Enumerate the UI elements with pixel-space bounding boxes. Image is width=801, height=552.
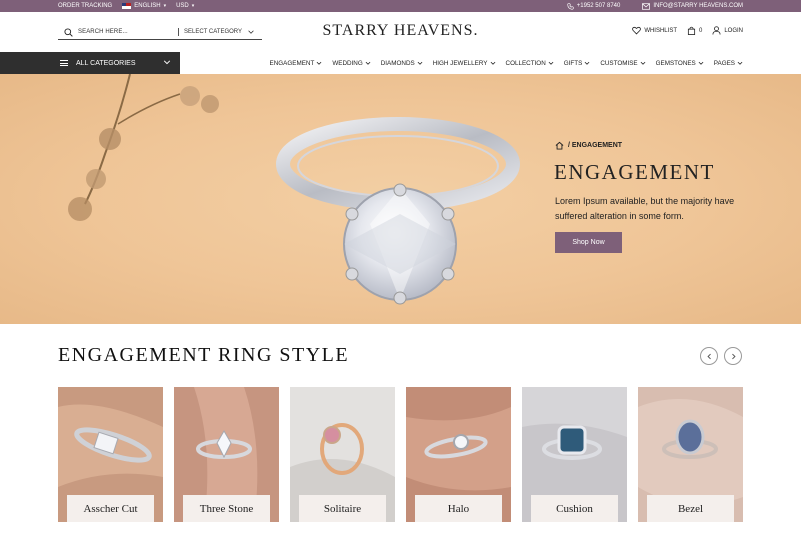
ring-style-card-solitaire[interactable]: Solitaire [290,387,395,522]
carousel-next-button[interactable] [724,347,742,365]
nav-item-label: WEDDING [332,59,363,67]
shop-now-button[interactable]: Shop Now [555,232,622,253]
cart-link[interactable]: 0 [687,26,702,35]
nav-item-gemstones[interactable]: GEMSTONES [656,60,704,67]
cart-count: 0 [698,27,703,34]
hero-banner: / ENGAGEMENT ENGAGEMENT Lorem Ipsum avai… [0,74,801,324]
heart-icon [632,26,642,35]
breadcrumb-current: / ENGAGEMENT [568,142,623,149]
chevron-down-icon: ▾ [163,3,167,9]
ring-style-card-three-stone[interactable]: Three Stone [174,387,279,522]
menu-icon [60,60,68,66]
wishlist-label: WHISHLIST [644,27,677,34]
chevron-down-icon [698,61,704,65]
ring-style-card-asscher-cut[interactable]: Asscher Cut [58,387,163,522]
wishlist-link[interactable]: WHISHLIST [632,26,677,35]
mail-icon [642,2,651,10]
language-selector[interactable]: ENGLISH ▾ [122,3,166,9]
nav-item-collection[interactable]: COLLECTION [506,60,554,67]
carousel-prev-button[interactable] [700,347,718,365]
nav-item-label: GEMSTONES [655,59,696,67]
ring-style-label: Three Stone [183,495,270,522]
ring-style-label: Solitaire [299,495,386,522]
nav-item-label: CUSTOMISE [600,59,638,67]
all-categories-label: ALL CATEGORIES [76,59,136,67]
ring-style-card-cushion[interactable]: Cushion [522,387,627,522]
nav-item-label: GIFTS [563,59,583,67]
nav-item-label: ENGAGEMENT [269,59,315,67]
hero-description: Lorem Ipsum available, but the majority … [555,196,735,221]
ring-style-label: Cushion [531,495,618,522]
chevron-down-icon [163,60,171,65]
email-link[interactable]: INFO@STARRY HEAVENS.COM [642,2,743,10]
login-link[interactable]: LOGIN [712,26,743,35]
breadcrumb: / ENGAGEMENT [555,141,622,150]
nav-item-label: COLLECTION [505,59,546,67]
currency-label: USD [176,3,189,9]
top-bar: ORDER TRACKING ENGLISH ▾ USD ▾ +1952 507… [0,0,801,12]
language-label: ENGLISH [134,3,161,9]
header: SEARCH HERE... SELECT CATEGORY STARRY HE… [0,12,801,52]
top-bar-right: +1952 507 8740 INFO@STARRY HEAVENS.COM [567,0,743,12]
chevron-down-icon [737,61,743,65]
nav-item-high-jewellery[interactable]: HIGH JEWELLERY [433,60,496,67]
ring-style-label: Bezel [647,495,734,522]
nav-item-label: PAGES [713,59,735,67]
chevron-left-icon [706,353,711,359]
home-icon[interactable] [555,141,564,150]
order-tracking-link[interactable]: ORDER TRACKING [58,3,112,9]
ring-style-carousel: Asscher Cut Three Stone Solitaire Halo C… [58,387,743,522]
email-address: INFO@STARRY HEAVENS.COM [653,3,743,9]
chevron-down-icon [316,61,322,65]
section-title: ENGAGEMENT RING STYLE [58,344,350,366]
header-actions: WHISHLIST 0 LOGIN [632,26,743,35]
chevron-down-icon [417,61,423,65]
shopping-bag-icon [687,26,696,35]
nav-item-pages[interactable]: PAGES [714,60,743,67]
chevron-down-icon [548,61,554,65]
phone-number: +1952 507 8740 [576,3,621,9]
all-categories-button[interactable]: ALL CATEGORIES [0,52,180,74]
hero-title: ENGAGEMENT [554,160,715,184]
us-flag-icon [122,3,132,9]
nav-item-gifts[interactable]: GIFTS [564,60,591,67]
nav-item-label: HIGH JEWELLERY [432,59,488,67]
nav-item-wedding[interactable]: WEDDING [332,59,371,67]
phone-icon [567,2,574,10]
user-icon [712,26,721,35]
top-bar-left: ORDER TRACKING ENGLISH ▾ USD ▾ [58,0,194,12]
nav-item-diamonds[interactable]: DIAMONDS [381,60,423,67]
chevron-down-icon [640,61,646,65]
ring-style-card-bezel[interactable]: Bezel [638,387,743,522]
chevron-down-icon: ▾ [191,3,195,9]
nav-item-engagement[interactable]: ENGAGEMENT [270,60,323,67]
login-label: LOGIN [724,27,743,34]
main-nav: ENGAGEMENT WEDDING DIAMONDS HIGH JEWELLE… [270,52,743,74]
chevron-down-icon [365,61,371,65]
nav-item-customise[interactable]: CUSTOMISE [600,59,646,67]
chevron-down-icon [490,61,495,65]
ring-style-card-halo[interactable]: Halo [406,387,511,522]
currency-selector[interactable]: USD ▾ [176,3,194,9]
nav-item-label: DIAMONDS [380,59,415,67]
ring-style-label: Halo [415,495,502,522]
phone-link[interactable]: +1952 507 8740 [567,2,621,10]
chevron-down-icon [584,61,590,65]
ring-style-label: Asscher Cut [67,495,154,522]
chevron-right-icon [731,353,736,359]
